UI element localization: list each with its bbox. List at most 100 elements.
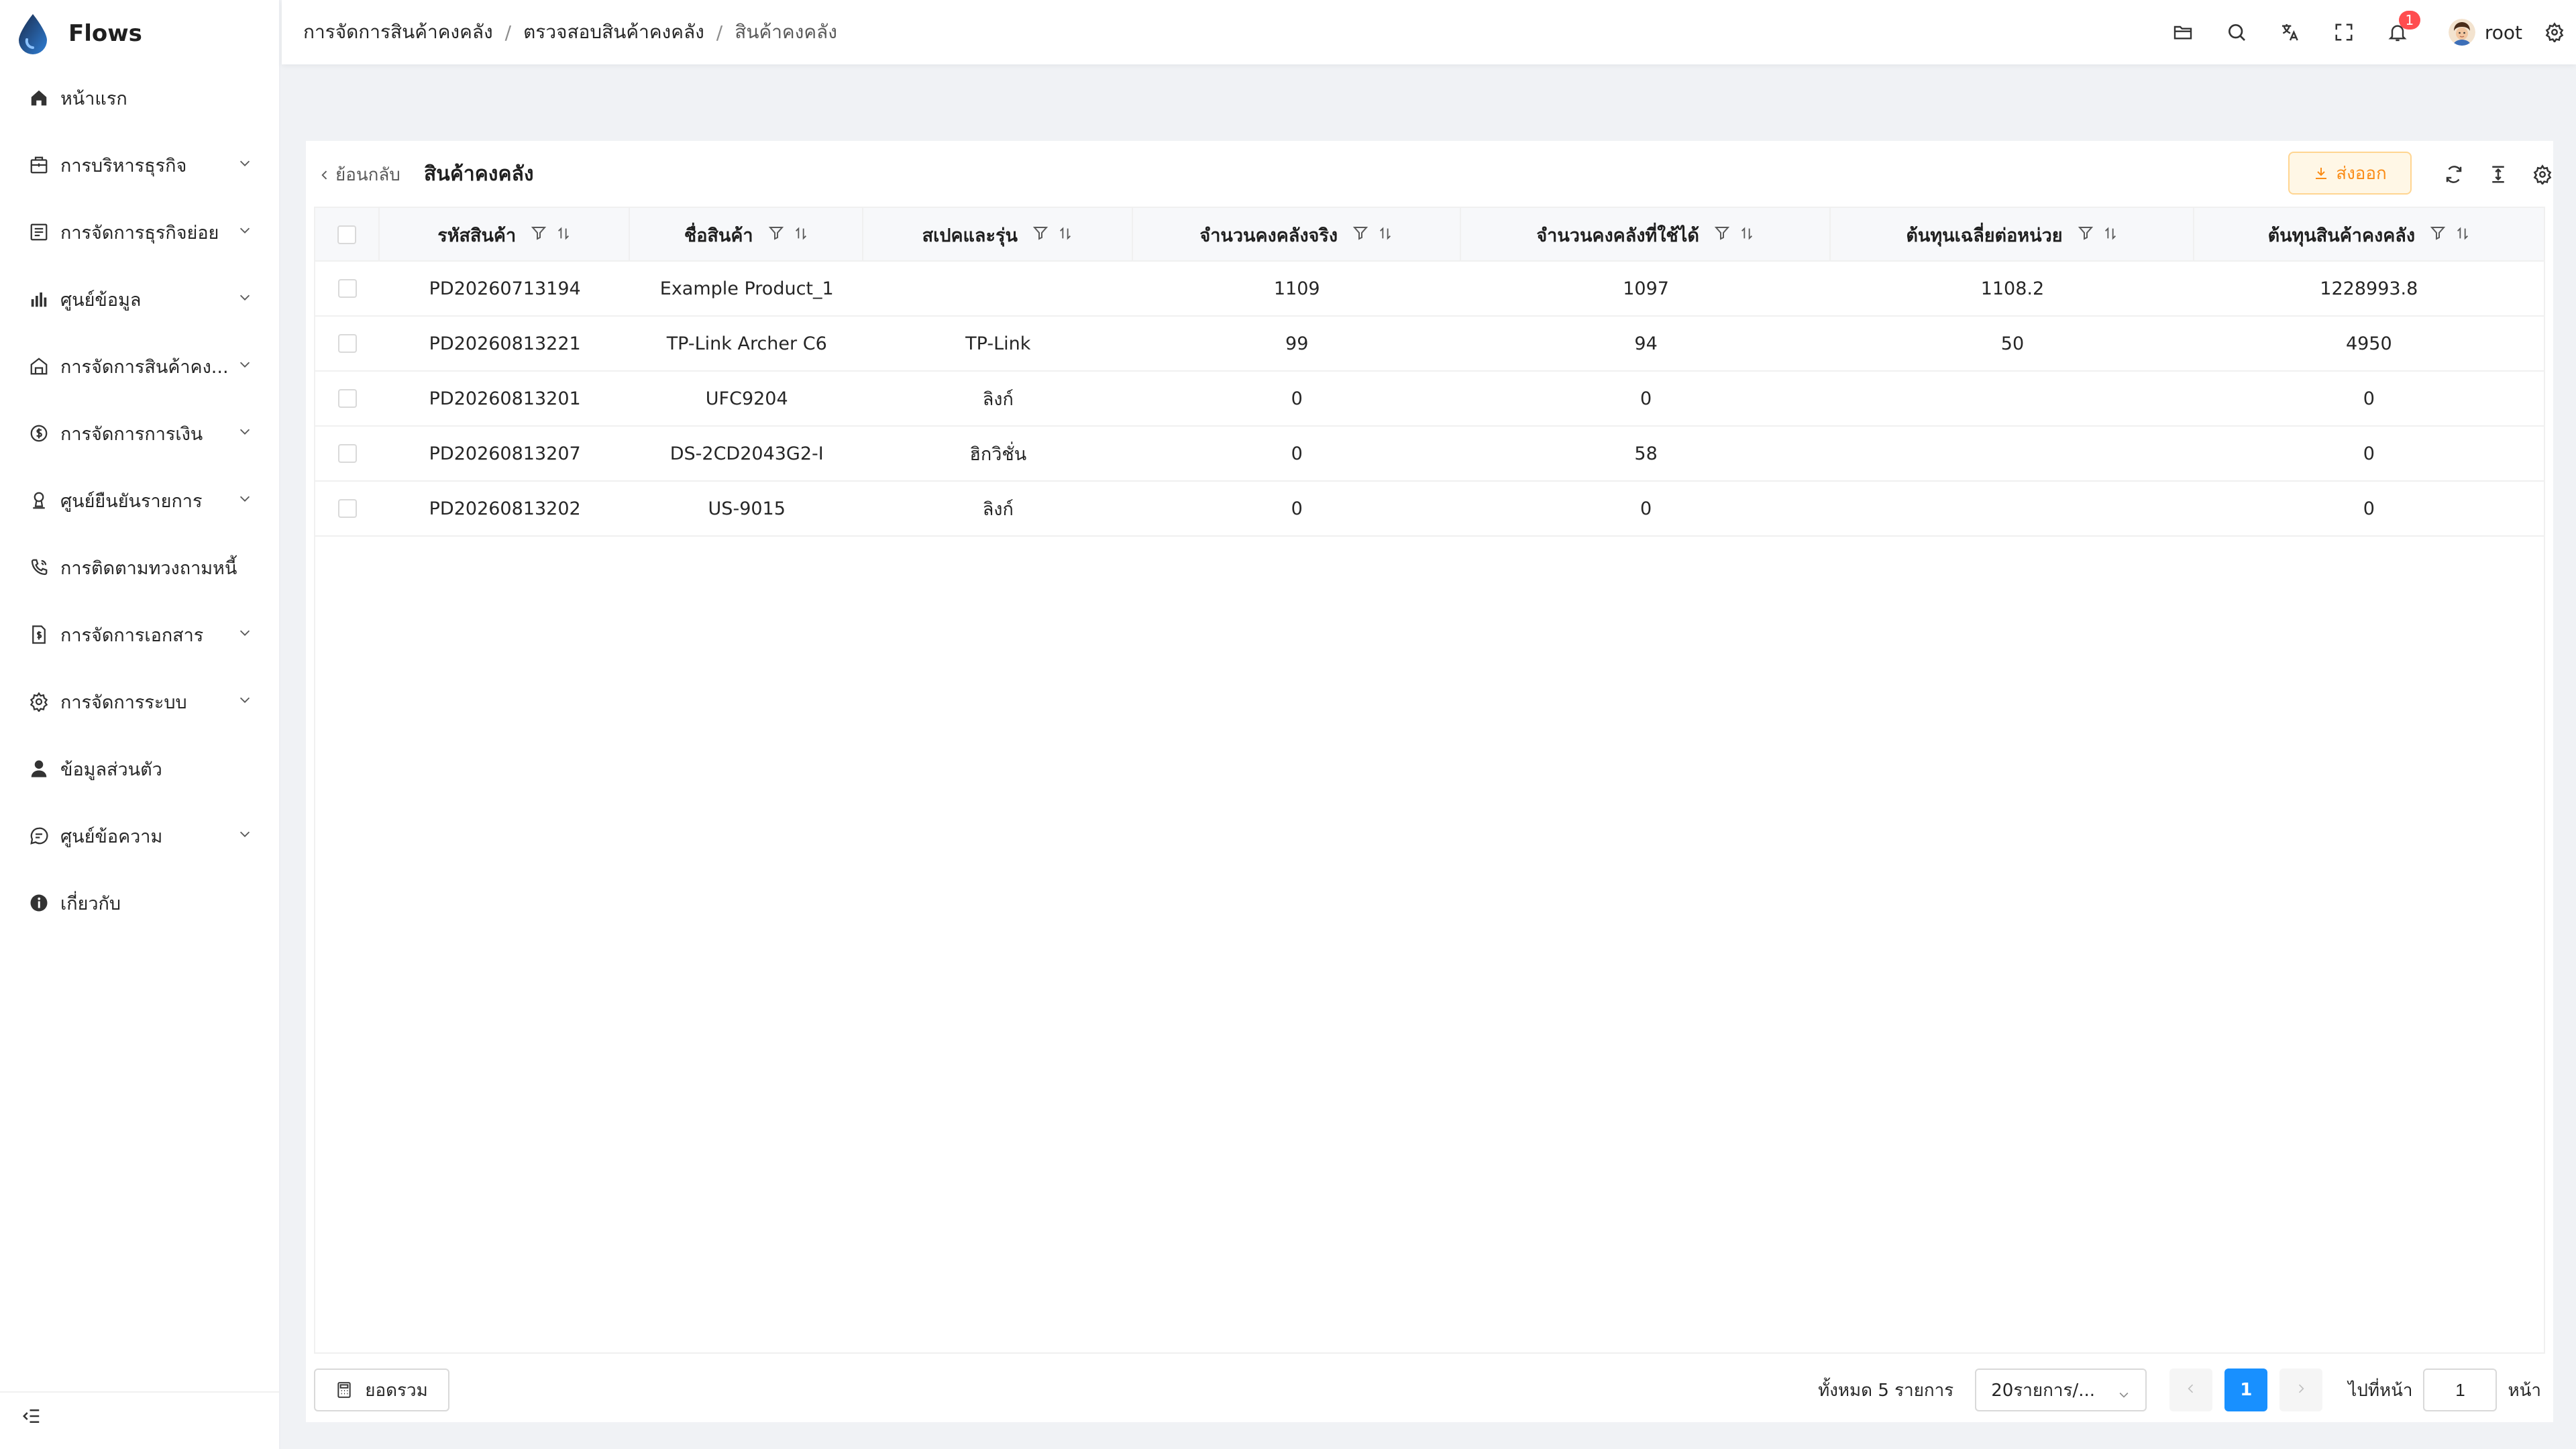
sidebar-item-system-management[interactable]: การจัดการระบบ [0, 668, 280, 735]
filter-icon[interactable] [768, 225, 784, 246]
bar-chart-icon [28, 288, 50, 310]
sidebar: Flows หน้าแรก การบริหารธุรกิจ การจัดการธ… [0, 0, 280, 1449]
column-header-product-code[interactable]: รหัสสินค้า [380, 208, 631, 262]
sidebar-item-profile[interactable]: ข้อมูลส่วนตัว [0, 735, 280, 802]
chevron-down-icon [237, 221, 252, 242]
notification-bell[interactable]: 1 [2371, 0, 2424, 64]
cell-available-stock: 1097 [1623, 278, 1669, 299]
breadcrumb-separator: / [716, 21, 723, 44]
sidebar-item-debt-collection[interactable]: การติดตามทวงถามหนี้ [0, 534, 280, 601]
sort-icon[interactable] [556, 225, 571, 246]
table-row[interactable]: PD20260813207 DS-2CD2043G2-I ฮิกวิชั่น 0… [315, 427, 2544, 482]
sort-icon[interactable] [794, 225, 808, 246]
column-header-actual-stock[interactable]: จำนวนคงคลังจริง [1133, 208, 1461, 262]
filter-icon[interactable] [1032, 225, 1049, 246]
column-header-spec-model[interactable]: สเปคและรุ่น [863, 208, 1133, 262]
user-menu[interactable]: root [2448, 19, 2522, 46]
row-checkbox[interactable] [337, 444, 357, 463]
sort-icon[interactable] [2455, 225, 2470, 246]
cell-product-code: PD20260713194 [429, 278, 581, 299]
row-checkbox[interactable] [337, 279, 357, 298]
row-select-cell [315, 482, 380, 535]
chevron-down-icon [237, 154, 252, 175]
goto-page-input[interactable] [2423, 1368, 2498, 1411]
chevron-down-icon [237, 423, 252, 443]
search-icon[interactable] [2210, 0, 2263, 64]
table-row[interactable]: PD20260813221 TP-Link Archer C6 TP-Link … [315, 317, 2544, 372]
prev-page-button[interactable] [2169, 1368, 2213, 1411]
cell-spec-model [863, 262, 1133, 315]
filter-icon[interactable] [2078, 225, 2094, 246]
sidebar-item-home[interactable]: หน้าแรก [0, 64, 280, 131]
chevron-left-icon [2184, 1380, 2198, 1400]
row-checkbox[interactable] [337, 389, 357, 408]
translate-icon[interactable] [2263, 0, 2317, 64]
droplet-logo-icon [16, 13, 50, 54]
column-header-available-stock[interactable]: จำนวนคงคลังที่ใช้ได้ [1461, 208, 1831, 262]
sidebar-item-label: ศูนย์ข้อความ [60, 826, 163, 847]
summary-button[interactable]: ยอดรวม [314, 1368, 449, 1411]
sidebar-item-about[interactable]: เกี่ยวกับ [0, 869, 280, 936]
folder-icon[interactable] [2156, 0, 2210, 64]
chevron-right-icon [2294, 1380, 2308, 1400]
cell-spec-model: ลิงก์ [982, 498, 1014, 520]
page-size-select[interactable]: 20รายการ/... [1975, 1368, 2147, 1411]
column-header-inventory-cost[interactable]: ต้นทุนสินค้าคงคลัง [2194, 208, 2544, 262]
select-all-checkbox[interactable] [337, 225, 356, 244]
collapse-menu-icon[interactable] [21, 1406, 42, 1426]
column-title: จำนวนคงคลังที่ใช้ได้ [1536, 225, 1699, 246]
table-row[interactable]: PD20260813202 US-9015 ลิงก์ 0 0 0 [315, 482, 2544, 537]
row-density-icon[interactable] [2485, 161, 2512, 188]
back-button[interactable]: ย้อนกลับ [318, 161, 400, 189]
sidebar-item-label: การจัดการเอกสาร [60, 625, 204, 646]
sidebar-item-inventory-management[interactable]: การจัดการสินค้าคง... [0, 333, 280, 400]
cell-product-code: PD20260813207 [429, 443, 581, 464]
sidebar-item-business-management[interactable]: การบริหารธุรกิจ [0, 131, 280, 199]
breadcrumb: การจัดการสินค้าคงคลัง / ตรวจสอบสินค้าคงค… [303, 0, 837, 64]
export-button[interactable]: ส่งออก [2288, 152, 2412, 195]
cell-actual-stock: 99 [1285, 333, 1309, 354]
sidebar-item-documents[interactable]: การจัดการเอกสาร [0, 601, 280, 668]
row-select-cell [315, 262, 380, 315]
column-header-product-name[interactable]: ชื่อสินค้า [630, 208, 864, 262]
sidebar-item-finance[interactable]: การจัดการการเงิน [0, 400, 280, 467]
sidebar-item-label: ข้อมูลส่วนตัว [60, 759, 162, 780]
sort-icon[interactable] [1378, 225, 1393, 246]
app-name: Flows [68, 20, 142, 47]
sidebar-item-data-center[interactable]: ศูนย์ข้อมูล [0, 266, 280, 333]
sidebar-item-approval-center[interactable]: ศูนย์ยืนยันรายการ [0, 467, 280, 534]
fullscreen-icon[interactable] [2317, 0, 2371, 64]
sort-icon[interactable] [1739, 225, 1754, 246]
column-header-average-unit-cost[interactable]: ต้นทุนเฉลี่ยต่อหน่วย [1831, 208, 2194, 262]
refresh-icon[interactable] [2440, 161, 2467, 188]
filter-icon[interactable] [1714, 225, 1730, 246]
cell-inventory-cost: 4950 [2345, 333, 2392, 354]
app-logo[interactable]: Flows [16, 12, 142, 55]
cell-spec-model: ลิงก์ [982, 388, 1014, 410]
row-checkbox[interactable] [337, 334, 357, 353]
cell-product-code: PD20260813201 [429, 388, 581, 409]
message-icon [28, 825, 50, 847]
cell-available-stock: 0 [1640, 388, 1652, 409]
sort-icon[interactable] [2103, 225, 2118, 246]
sidebar-item-message-center[interactable]: ศูนย์ข้อความ [0, 802, 280, 869]
sort-icon[interactable] [1058, 225, 1073, 246]
filter-icon[interactable] [1352, 225, 1368, 246]
breadcrumb-item-inventory-management[interactable]: การจัดการสินค้าคงคลัง [303, 17, 493, 47]
chevron-left-icon [318, 168, 331, 182]
row-checkbox[interactable] [337, 499, 357, 518]
filter-icon[interactable] [2430, 225, 2446, 246]
cell-available-stock: 58 [1634, 443, 1658, 464]
breadcrumb-item-inventory-check[interactable]: ตรวจสอบสินค้าคงคลัง [523, 17, 704, 47]
column-settings-icon[interactable] [2529, 161, 2556, 188]
page-number-button[interactable]: 1 [2224, 1368, 2268, 1411]
next-page-button[interactable] [2279, 1368, 2323, 1411]
settings-icon[interactable] [2533, 0, 2576, 64]
user-icon [28, 758, 50, 780]
cell-product-code: PD20260813221 [429, 333, 581, 354]
filter-icon[interactable] [531, 225, 547, 246]
chevron-down-icon [237, 288, 252, 309]
table-row[interactable]: PD20260813201 UFC9204 ลิงก์ 0 0 0 [315, 372, 2544, 427]
sidebar-item-sub-business[interactable]: การจัดการธุรกิจย่อย [0, 199, 280, 266]
table-row[interactable]: PD20260713194 Example Product_1 1109 109… [315, 262, 2544, 317]
